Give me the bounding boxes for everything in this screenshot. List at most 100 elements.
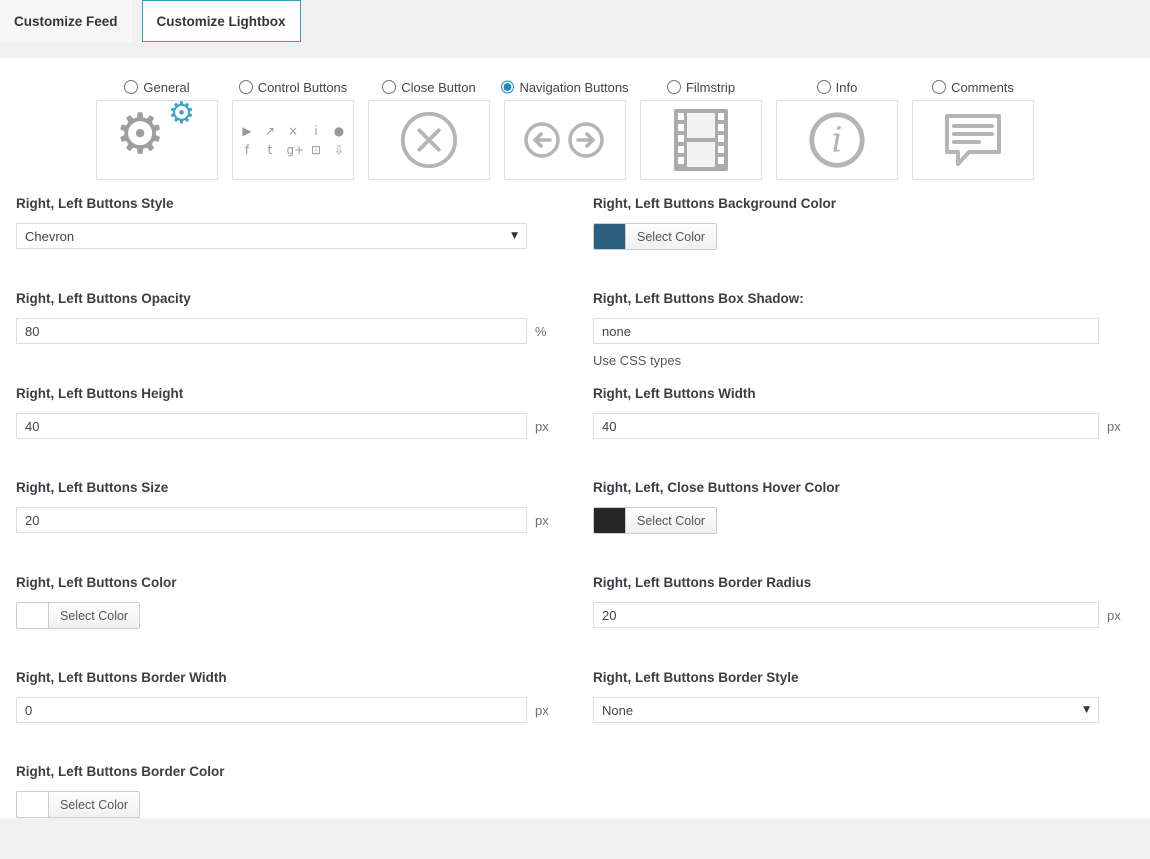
buttons-color-picker: Select Color xyxy=(16,602,140,629)
field-border-style: Right, Left Buttons Border Style None ▼ xyxy=(593,670,1134,723)
field-buttons-size: Right, Left Buttons Size px xyxy=(16,480,593,534)
buttons-style-value: Chevron xyxy=(25,229,74,244)
radio-close-button[interactable] xyxy=(382,80,396,94)
border-color-swatch[interactable] xyxy=(16,791,48,818)
border-radius-input[interactable] xyxy=(593,602,1099,628)
buttons-width-label: Right, Left Buttons Width xyxy=(593,386,1134,402)
hover-color-swatch[interactable] xyxy=(593,507,625,534)
buttons-style-label: Right, Left Buttons Style xyxy=(16,196,593,212)
buttons-size-input[interactable] xyxy=(16,507,527,533)
border-select-color-button[interactable]: Select Color xyxy=(48,791,140,818)
control-buttons-icon-box: ▶ ↗ × i ● f t g+ ⊡ ⇩ xyxy=(232,100,354,180)
close-circle-icon xyxy=(398,109,460,171)
chevron-down-icon: ▼ xyxy=(511,231,518,241)
info-icon: i xyxy=(310,125,323,137)
tab-customize-feed[interactable]: Customize Feed xyxy=(0,0,132,42)
border-style-value: None xyxy=(602,703,633,718)
buttons-color-swatch[interactable] xyxy=(16,602,48,629)
background-color-label: Right, Left Buttons Background Color xyxy=(593,196,1134,212)
radio-navigation-buttons[interactable] xyxy=(501,80,514,94)
hover-color-picker: Select Color xyxy=(593,507,717,534)
buttons-width-suffix: px xyxy=(1107,419,1121,434)
section-general: General ⚙ ⚙ xyxy=(96,76,218,180)
control-buttons-icons: ▶ ↗ × i ● f t g+ ⊡ ⇩ xyxy=(241,125,346,156)
border-width-suffix: px xyxy=(535,703,549,718)
box-shadow-label: Right, Left Buttons Box Shadow: xyxy=(593,291,1134,307)
radio-general-label: General xyxy=(143,80,189,95)
buttons-color-label: Right, Left Buttons Color xyxy=(16,575,593,591)
section-selector: General ⚙ ⚙ Control Buttons ▶ ↗ × xyxy=(96,76,1150,180)
hover-color-label: Right, Left, Close Buttons Hover Color xyxy=(593,480,1134,496)
background-color-picker: Select Color xyxy=(593,223,717,250)
field-buttons-width: Right, Left Buttons Width px xyxy=(593,386,1134,439)
opacity-suffix: % xyxy=(535,324,547,339)
border-color-picker: Select Color xyxy=(16,791,140,818)
lightbox-settings-panel: General ⚙ ⚙ Control Buttons ▶ ↗ × xyxy=(0,58,1150,818)
googleplus-icon: g+ xyxy=(287,144,300,156)
border-width-input[interactable] xyxy=(16,697,527,723)
background-select-color-button[interactable]: Select Color xyxy=(625,223,717,250)
buttons-height-label: Right, Left Buttons Height xyxy=(16,386,593,402)
section-control-buttons: Control Buttons ▶ ↗ × i ● f t g+ ⊡ xyxy=(232,76,354,180)
box-shadow-input[interactable] xyxy=(593,318,1099,344)
radio-control-buttons-label: Control Buttons xyxy=(258,80,348,95)
filmstrip-icon xyxy=(672,107,730,173)
small-gear-icon: ⚙ xyxy=(168,100,195,129)
opacity-label: Right, Left Buttons Opacity xyxy=(16,291,593,307)
buttons-size-suffix: px xyxy=(535,513,549,528)
border-style-select[interactable]: None ▼ xyxy=(593,697,1099,723)
buttons-style-select[interactable]: Chevron ▼ xyxy=(16,223,527,249)
tab-bar: Customize Feed Customize Lightbox xyxy=(0,0,1150,42)
field-box-shadow: Right, Left Buttons Box Shadow: Use CSS … xyxy=(593,291,1134,368)
border-style-label: Right, Left Buttons Border Style xyxy=(593,670,1134,686)
section-close-button: Close Button xyxy=(368,76,490,180)
nav-arrows-icon xyxy=(522,120,608,160)
navigation-buttons-icon-box xyxy=(504,100,626,180)
info-circle-icon: i xyxy=(806,109,868,171)
fullscreen-icon: ↗ xyxy=(264,125,277,137)
field-border-width: Right, Left Buttons Border Width px xyxy=(16,670,593,723)
box-shadow-helper: Use CSS types xyxy=(593,353,1134,368)
comments-icon-box xyxy=(912,100,1034,180)
radio-control-buttons[interactable] xyxy=(239,80,253,94)
section-navigation-buttons: Navigation Buttons xyxy=(504,76,626,180)
opacity-input[interactable] xyxy=(16,318,527,344)
radio-filmstrip[interactable] xyxy=(667,80,681,94)
info-icon-box: i xyxy=(776,100,898,180)
general-icon-box: ⚙ ⚙ xyxy=(96,100,218,180)
buttons-width-input[interactable] xyxy=(593,413,1099,439)
filmstrip-icon-box xyxy=(640,100,762,180)
radio-general[interactable] xyxy=(124,80,138,94)
background-color-swatch[interactable] xyxy=(593,223,625,250)
facebook-icon: f xyxy=(241,144,254,156)
download-icon: ⇩ xyxy=(333,144,346,156)
border-radius-suffix: px xyxy=(1107,608,1121,623)
radio-info[interactable] xyxy=(817,80,831,94)
radio-navigation-buttons-label: Navigation Buttons xyxy=(519,80,628,95)
field-opacity: Right, Left Buttons Opacity % xyxy=(16,291,593,345)
buttons-height-input[interactable] xyxy=(16,413,527,439)
twitter-icon: t xyxy=(264,144,277,156)
svg-text:i: i xyxy=(831,121,842,161)
section-filmstrip: Filmstrip xyxy=(640,76,762,180)
tab-customize-lightbox[interactable]: Customize Lightbox xyxy=(142,0,301,42)
field-background-color: Right, Left Buttons Background Color Sel… xyxy=(593,196,1134,250)
share-icon: ⊡ xyxy=(310,144,323,156)
section-comments: Comments xyxy=(912,76,1034,180)
field-border-radius: Right, Left Buttons Border Radius px xyxy=(593,575,1134,629)
field-hover-color: Right, Left, Close Buttons Hover Color S… xyxy=(593,480,1134,534)
section-info: Info i xyxy=(776,76,898,180)
field-buttons-color: Right, Left Buttons Color Select Color xyxy=(16,575,593,629)
border-color-label: Right, Left Buttons Border Color xyxy=(16,764,593,780)
play-icon: ▶ xyxy=(241,125,254,137)
buttons-height-suffix: px xyxy=(535,419,549,434)
border-width-label: Right, Left Buttons Border Width xyxy=(16,670,593,686)
shuffle-icon: × xyxy=(287,125,300,137)
hover-select-color-button[interactable]: Select Color xyxy=(625,507,717,534)
field-buttons-style: Right, Left Buttons Style Chevron ▼ xyxy=(16,196,593,250)
radio-comments[interactable] xyxy=(932,80,946,94)
field-empty xyxy=(593,764,1134,818)
buttons-select-color-button[interactable]: Select Color xyxy=(48,602,140,629)
settings-form: Right, Left Buttons Style Chevron ▼ Righ… xyxy=(0,180,1150,859)
border-radius-label: Right, Left Buttons Border Radius xyxy=(593,575,1134,591)
